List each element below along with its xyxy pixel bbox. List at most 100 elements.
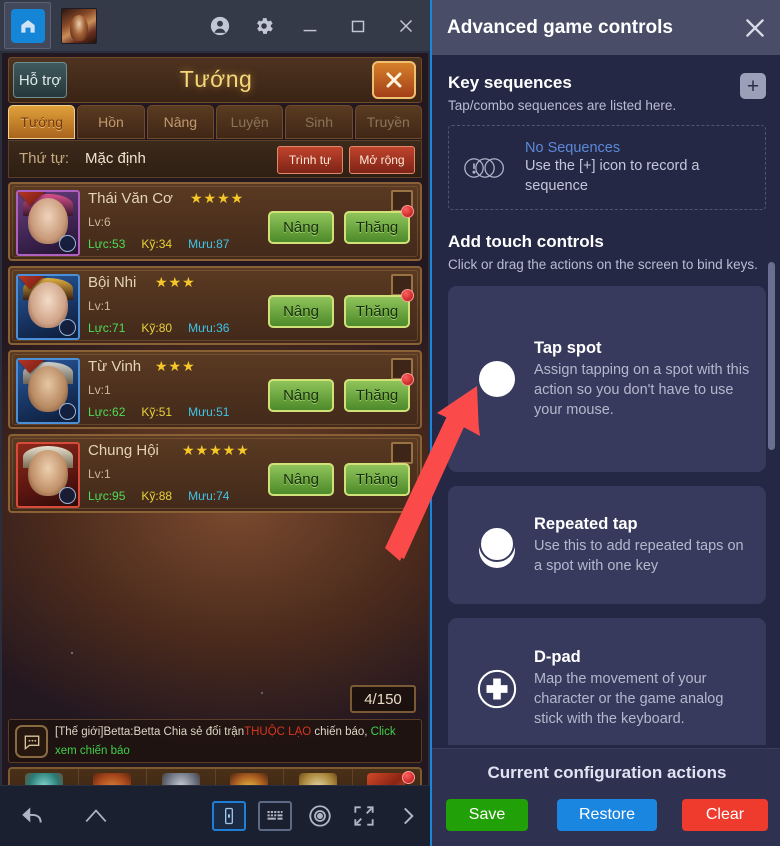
stat-muu: Mưu:87 <box>188 237 230 251</box>
tab-sinh[interactable]: Sinh <box>285 105 353 139</box>
home-tab-button[interactable] <box>4 2 51 49</box>
home-nav-icon[interactable] <box>64 786 128 846</box>
add-sequence-button[interactable]: + <box>740 73 766 99</box>
settings-gear-icon[interactable] <box>242 0 286 51</box>
hero-card[interactable]: Chiến Từ Vinh ★★★ Lv:1 Lực:62 Kỹ:51 Mưu:… <box>8 350 422 429</box>
internal-affairs-icon <box>298 773 337 785</box>
nav-item-ren[interactable]: Rèn <box>216 769 284 785</box>
maximize-button[interactable] <box>334 0 382 51</box>
touch-control-cards: Tap spot Assign tapping on a spot with t… <box>448 286 766 745</box>
tap-spot-body: Tap spot Assign tapping on a spot with t… <box>534 339 754 420</box>
screen-root: Hỗ trợ Tướng Tướng Hồn Nâng Luyện Sinh T… <box>0 0 780 846</box>
no-sequences-icon <box>463 156 525 180</box>
nav-item-noivu[interactable]: Nội vụ <box>284 769 353 785</box>
hero-upgrade-button[interactable]: Nâng <box>268 295 334 328</box>
close-button[interactable] <box>382 0 430 51</box>
control-card-repeated-tap[interactable]: Repeated tap Use this to add repeated ta… <box>448 486 766 604</box>
nav-item-thanh[interactable]: Thành <box>10 769 79 785</box>
key-sequences-subtitle: Tap/combo sequences are listed here. <box>448 98 677 113</box>
tab-luyen[interactable]: Luyện <box>215 105 284 139</box>
notification-dot-icon <box>401 205 414 218</box>
hero-upgrade-button[interactable]: Nâng <box>268 463 334 496</box>
game-window-title: Tướng <box>179 66 253 92</box>
hero-card[interactable]: Chung Hội ★★★★★ Lv:1 Lực:95 Kỹ:88 Mưu:74… <box>8 434 422 513</box>
sort-value[interactable]: Mặc định <box>85 150 146 167</box>
hero-promote-button[interactable]: Thăng <box>344 463 410 496</box>
nav-item-tuong[interactable]: Tướng <box>147 769 216 785</box>
phone-icon[interactable] <box>212 801 246 831</box>
hero-name: Bội Nhi <box>88 274 137 291</box>
panel-scrollbar[interactable] <box>768 262 775 450</box>
hero-promote-button[interactable]: Thăng <box>344 295 410 328</box>
tap-spot-icon <box>460 361 534 397</box>
hero-level: Lv:6 <box>88 215 111 229</box>
fullscreen-icon[interactable] <box>342 786 386 846</box>
tab-nang[interactable]: Nâng <box>146 105 214 139</box>
hero-level: Lv:1 <box>88 383 111 397</box>
hero-name: Thái Văn Cơ <box>88 190 173 207</box>
emulator-bottom-toolbar <box>0 786 430 846</box>
hero-stars: ★★★ <box>155 274 196 290</box>
hero-upgrade-button[interactable]: Nâng <box>268 379 334 412</box>
keyboard-icon[interactable] <box>258 801 292 831</box>
panel-body: Key sequences + Tap/combo sequences are … <box>432 55 780 745</box>
clear-button[interactable]: Clear <box>682 799 768 831</box>
circle-icon <box>479 361 515 397</box>
game-tab-button[interactable] <box>55 2 102 49</box>
role-badge-icon <box>59 403 76 420</box>
game-tab-bar[interactable]: Tướng Hồn Nâng Luyện Sinh Truyền <box>8 105 422 139</box>
back-icon[interactable] <box>0 786 64 846</box>
game-close-button[interactable] <box>372 61 416 99</box>
order-button[interactable]: Trình tự <box>277 146 343 174</box>
panel-footer: Current configuration actions Save Resto… <box>432 748 780 846</box>
stat-muu: Mưu:36 <box>188 321 230 335</box>
add-touch-controls-title: Add touch controls <box>448 232 604 251</box>
save-button[interactable]: Save <box>446 799 528 831</box>
hero-card[interactable]: Chiến Thái Văn Cơ ★★★★ Lv:6 Lực:53 Kỹ:34… <box>8 182 422 261</box>
nav-item-shop[interactable]: Shop <box>353 769 421 785</box>
control-card-dpad[interactable]: D-pad Map the movement of your character… <box>448 618 766 745</box>
stacked-circles-icon <box>477 525 517 568</box>
hero-promote-button[interactable]: Thăng <box>344 211 410 244</box>
tab-truyen[interactable]: Truyền <box>354 105 422 139</box>
stat-ky: Kỹ:34 <box>141 237 173 251</box>
game-screen[interactable]: Hỗ trợ Tướng Tướng Hồn Nâng Luyện Sinh T… <box>2 53 428 785</box>
stat-muu: Mưu:51 <box>188 405 230 419</box>
control-desc: Assign tapping on a spot with this actio… <box>534 361 750 418</box>
stat-luc: Lực:53 <box>88 237 126 251</box>
hero-select-checkbox[interactable] <box>391 442 413 464</box>
restore-button[interactable]: Restore <box>557 799 657 831</box>
more-chevron-icon[interactable] <box>386 786 430 846</box>
tab-hon[interactable]: Hồn <box>77 105 145 139</box>
minimize-button[interactable] <box>286 0 334 51</box>
hero-card[interactable]: Chiến Bội Nhi ★★★ Lv:1 Lực:71 Kỹ:80 Mưu:… <box>8 266 422 345</box>
game-bottom-nav[interactable]: Thành Trận Tướng Rèn Nội vụ <box>8 767 422 785</box>
hero-promote-button[interactable]: Thăng <box>344 379 410 412</box>
role-badge-icon <box>59 319 76 336</box>
stat-muu: Mưu:74 <box>188 489 230 503</box>
chat-icon[interactable] <box>15 725 48 758</box>
chat-bar[interactable]: [Thế giới]Betta:Betta Chia sẻ đổi trậnTH… <box>8 719 422 763</box>
chat-highlight: THUỘC LẠO <box>244 726 312 738</box>
hero-portrait[interactable]: Chiến <box>16 190 80 256</box>
panel-close-icon[interactable] <box>738 11 772 45</box>
record-icon[interactable] <box>298 786 342 846</box>
hero-stats: Lực:71 Kỹ:80 Mưu:36 <box>88 321 229 335</box>
expand-button[interactable]: Mở rộng <box>349 146 415 174</box>
profile-icon[interactable] <box>198 0 242 51</box>
hero-upgrade-button[interactable]: Nâng <box>268 211 334 244</box>
hero-stats: Lực:62 Kỹ:51 Mưu:51 <box>88 405 229 419</box>
hero-portrait[interactable]: Chiến <box>16 358 80 424</box>
nav-item-tran[interactable]: Trận <box>79 769 147 785</box>
tab-tuong[interactable]: Tướng <box>8 105 76 139</box>
hero-portrait[interactable]: Chiến <box>16 274 80 340</box>
control-card-tap-spot[interactable]: Tap spot Assign tapping on a spot with t… <box>448 286 766 472</box>
hero-count-badge: 4/150 <box>350 685 416 713</box>
chat-message: [Thế giới]Betta:Betta Chia sẻ đổi trậnTH… <box>55 723 417 761</box>
hero-name: Chung Hội <box>88 442 159 459</box>
hero-stars: ★★★★ <box>190 190 245 206</box>
hero-portrait[interactable] <box>16 442 80 508</box>
panel-header: Advanced game controls <box>432 0 780 55</box>
no-sequences-title: No Sequences <box>525 139 621 156</box>
stat-ky: Kỹ:51 <box>141 405 173 419</box>
